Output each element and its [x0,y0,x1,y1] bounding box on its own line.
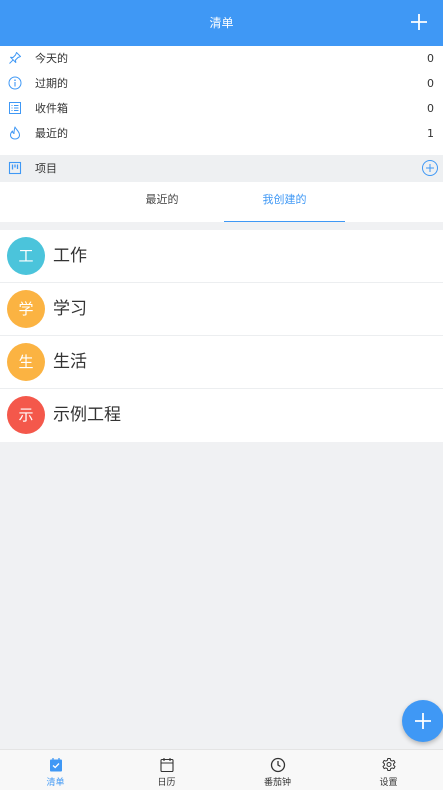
clock-icon [270,757,285,773]
project-item-study[interactable]: 学 学习 [0,283,443,336]
project-avatar: 生 [7,343,45,381]
page-title: 清单 [209,16,234,30]
nav-item-settings[interactable]: 设置 [333,750,443,790]
project-item-sample[interactable]: 示 示例工程 [0,389,443,442]
project-item-life[interactable]: 生 生活 [0,336,443,389]
project-avatar: 学 [7,290,45,328]
nav-item-pomodoro[interactable]: 番茄钟 [222,750,333,790]
smart-filter-list: 今天的 0 过期的 0 收件箱 0 最近的 1 [0,46,443,155]
add-icon[interactable] [407,10,431,34]
project-name: 学习 [53,299,87,319]
filter-overdue[interactable]: 过期的 0 [0,71,443,96]
project-name: 生活 [53,352,87,372]
add-task-fab[interactable] [402,700,443,742]
project-item-work[interactable]: 工 工作 [0,230,443,283]
project-list: 工 工作 学 学习 生 生活 示 示例工程 [0,230,443,442]
filter-count: 0 [427,102,434,115]
project-avatar: 工 [7,237,45,275]
gear-icon [382,758,395,771]
project-tabs: 最近的 我创建的 [0,182,443,222]
kanban-icon [8,161,22,175]
app-header: 清单 [0,0,443,46]
projects-label: 项目 [35,162,57,175]
checklist-icon [49,758,62,772]
plus-icon [415,713,431,729]
filter-count: 1 [427,127,434,140]
calendar-icon [159,758,174,773]
tab-recent[interactable]: 最近的 [102,182,222,222]
inbox-icon [9,102,21,114]
projects-section-header: 项目 [0,155,443,182]
nav-item-calendar[interactable]: 日历 [111,750,222,790]
nav-label: 日历 [157,778,176,788]
flame-icon [10,126,20,140]
filter-label: 最近的 [35,127,68,140]
project-name: 工作 [53,246,87,266]
filter-inbox[interactable]: 收件箱 0 [0,96,443,121]
filter-label: 今天的 [35,52,68,65]
filter-label: 过期的 [35,77,68,90]
filter-recent[interactable]: 最近的 1 [0,121,443,146]
filter-today[interactable]: 今天的 0 [0,46,443,71]
filter-label: 收件箱 [35,102,68,115]
nav-label: 番茄钟 [263,778,291,788]
tab-created[interactable]: 我创建的 [224,182,345,222]
filter-count: 0 [427,52,434,65]
nav-label: 清单 [46,778,65,788]
bottom-navigation: 清单 日历 番茄钟 设置 [0,749,443,790]
project-name: 示例工程 [53,405,121,425]
filter-count: 0 [427,77,434,90]
pin-icon [9,52,21,64]
info-icon [8,76,22,90]
nav-label: 设置 [379,778,398,788]
add-project-icon[interactable] [421,159,439,177]
project-avatar: 示 [7,396,45,434]
nav-item-list[interactable]: 清单 [0,750,111,790]
